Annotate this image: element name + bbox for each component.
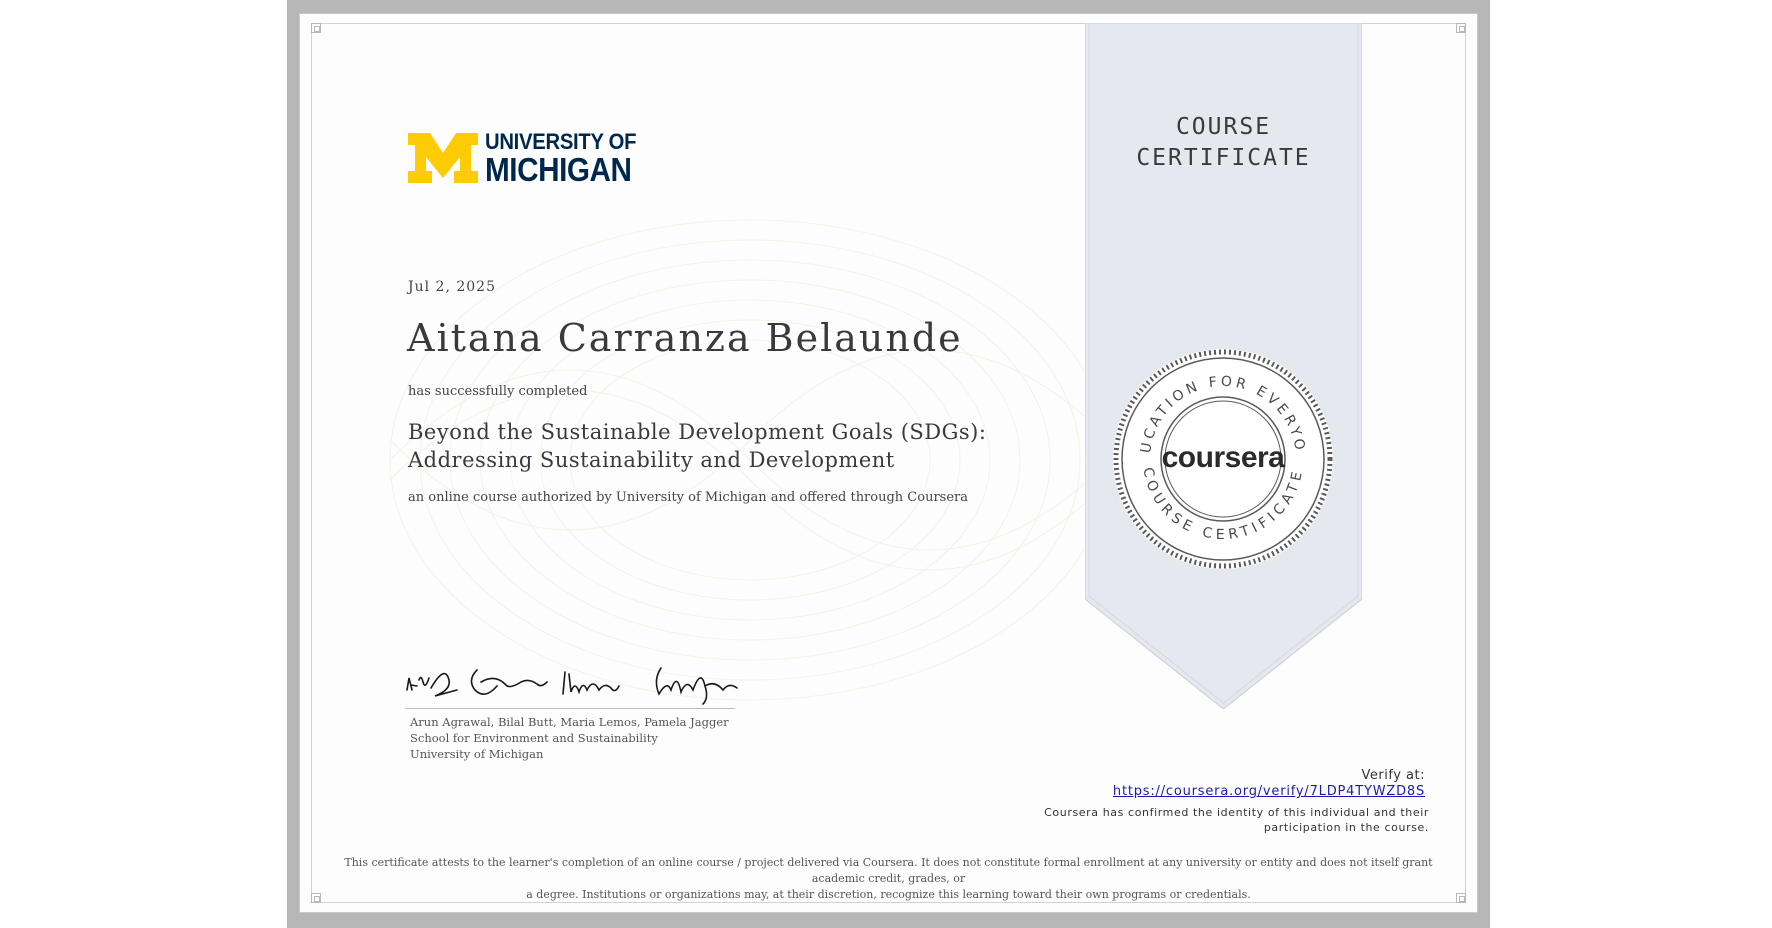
course-description: an online course authorized by Universit…	[408, 490, 968, 505]
wordmark-line2: MICHIGAN	[485, 151, 632, 188]
corner-ornament-bottom-right	[1456, 893, 1466, 903]
signatory-university: University of Michigan	[410, 747, 544, 761]
course-title-line1: Beyond the Sustainable Development Goals…	[408, 420, 987, 444]
corner-ornament-top-right	[1456, 23, 1466, 33]
disclaimer-line2: a degree. Institutions or organizations …	[526, 888, 1251, 901]
signature-line	[405, 708, 735, 709]
verify-link[interactable]: https://coursera.org/verify/7LDP4TYWZD8S	[1113, 784, 1425, 799]
completion-date: Jul 2, 2025	[408, 279, 496, 295]
block-m-logo	[408, 133, 478, 183]
university-wordmark: UNIVERSITY OF MICHIGAN	[485, 129, 649, 188]
verification-note-line2: participation in the course.	[1263, 821, 1429, 834]
seal-center-text: coursera	[1162, 441, 1286, 474]
coursera-seal: EDUCATION FOR EVERYONE COURSE CERTIFICAT…	[1110, 346, 1333, 569]
completed-text: has successfully completed	[408, 384, 588, 399]
ribbon-title-line1: COURSE	[1175, 114, 1272, 140]
signatures-image	[406, 667, 738, 705]
verification-note: Coursera has confirmed the identity of t…	[1009, 805, 1429, 835]
disclaimer-line1: This certificate attests to the learner'…	[344, 856, 1433, 885]
ribbon-title-line2: CERTIFICATE	[1136, 145, 1311, 171]
recipient-name: Aitana Carranza Belaunde	[407, 316, 963, 360]
disclaimer: This certificate attests to the learner'…	[330, 855, 1447, 903]
corner-ornament-top-left	[311, 23, 321, 33]
corner-ornament-bottom-left	[311, 893, 321, 903]
wordmark-line1: UNIVERSITY OF	[485, 129, 637, 154]
signatory-names: Arun Agrawal, Bilal Butt, Maria Lemos, P…	[410, 715, 729, 729]
course-title-line2: Addressing Sustainability and Developmen…	[408, 448, 895, 472]
verify-label: Verify at:	[1361, 768, 1425, 783]
verification-note-line1: Coursera has confirmed the identity of t…	[1044, 806, 1429, 819]
verification-block: Verify at: https://coursera.org/verify/7…	[1113, 768, 1425, 799]
ribbon-title: COURSE CERTIFICATE	[1085, 112, 1362, 174]
signatory-school: School for Environment and Sustainabilit…	[410, 731, 658, 745]
course-title: Beyond the Sustainable Development Goals…	[408, 418, 986, 474]
signatories-block: Arun Agrawal, Bilal Butt, Maria Lemos, P…	[410, 714, 729, 762]
